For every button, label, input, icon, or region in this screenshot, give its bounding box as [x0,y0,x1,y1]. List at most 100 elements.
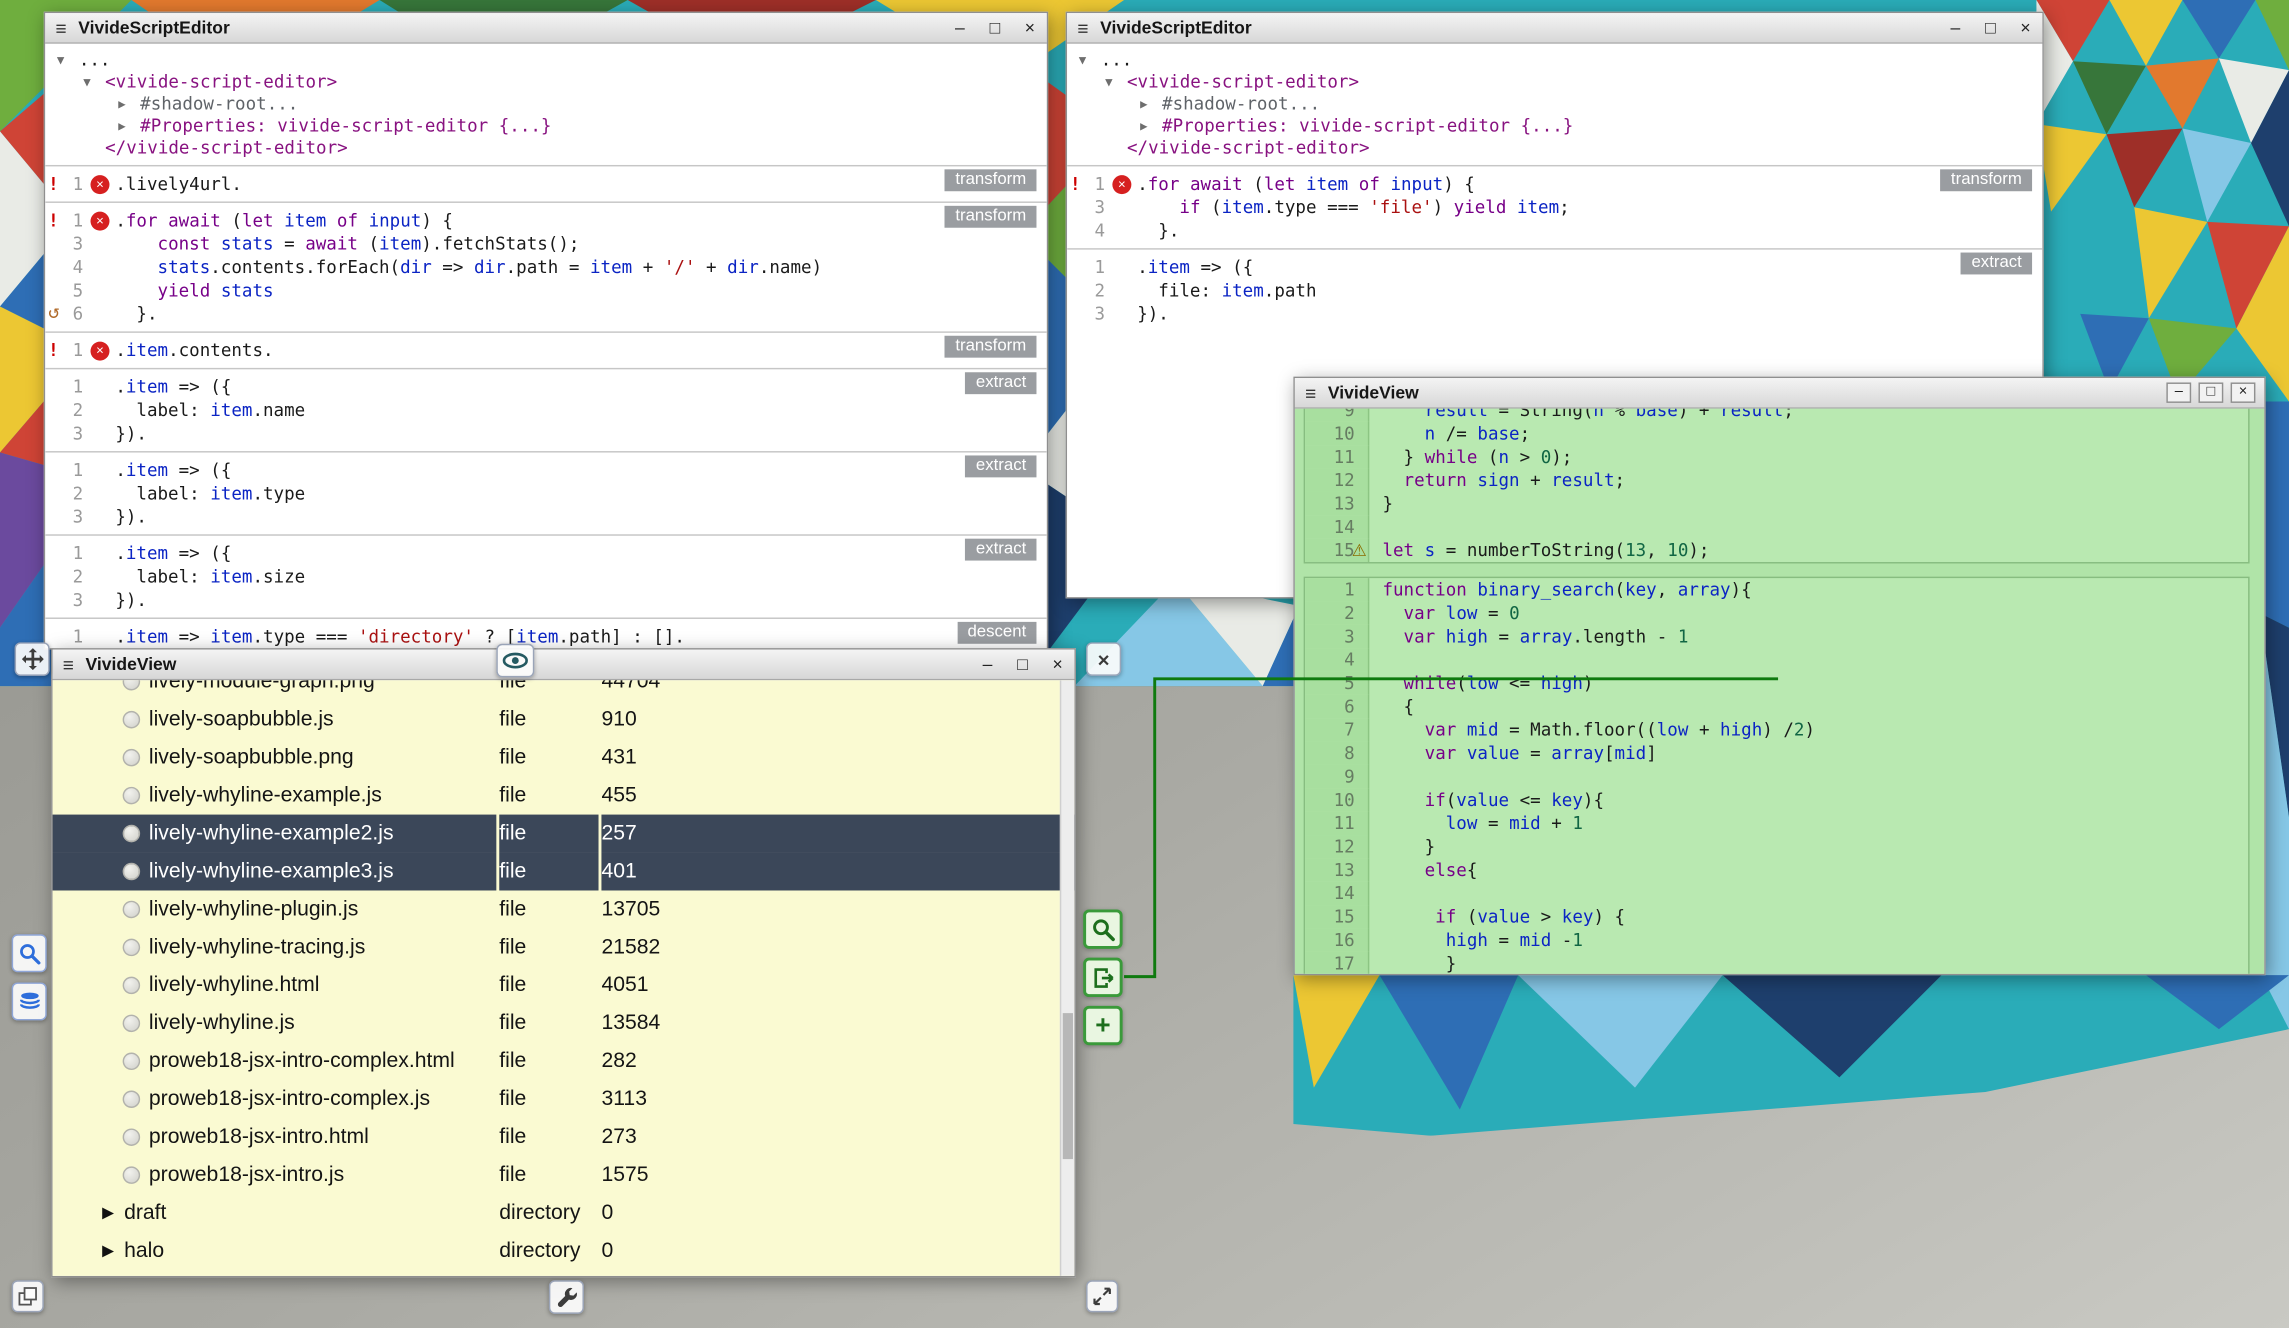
script-step[interactable]: extract1.item => ({2 label: item.type3})… [45,451,1046,534]
copy-halo-button[interactable] [12,1280,44,1312]
script-step[interactable]: transform!1×.lively4url. [45,165,1046,201]
scrollbar[interactable] [1060,680,1075,1276]
file-row[interactable]: lively-soapbubble.pngfile431 [53,739,1075,777]
file-row[interactable]: proweb18-jsx-intro.htmlfile273 [53,1118,1075,1156]
script-step[interactable]: descent1.item => item.type === 'director… [45,618,1046,649]
file-row[interactable]: lively-whyline-tracing.jsfile21582 [53,928,1075,966]
gutter-pad [1067,255,1086,278]
wrench-halo-button[interactable] [549,1280,584,1314]
move-halo-button[interactable] [15,642,50,676]
dom-tree-row[interactable]: ▼<vivide-script-editor> [1067,72,2042,94]
minimize-button[interactable]: – [2166,382,2191,402]
file-row[interactable]: lively-whyline.htmlfile4051 [53,966,1075,1004]
code-token: ; [1783,409,1794,421]
close-button[interactable]: × [2017,19,2033,37]
copy-icon [18,1286,38,1306]
file-row[interactable]: proweb18-jsx-intro.jsfile1575 [53,1156,1075,1194]
file-row[interactable]: proweb18-jsx-intro-complex.htmlfile282 [53,1042,1075,1080]
code-text: } [1369,952,2248,974]
file-row[interactable]: lively-soapbubble.jsfile910 [53,701,1075,739]
code-line: 2 var low = 0 [1305,601,2248,624]
menu-icon[interactable]: ≡ [55,18,66,37]
menu-icon[interactable]: ≡ [1305,383,1316,402]
line-number: 1 [64,339,83,362]
script-step[interactable]: extract1.item => ({2 file: item.path3}). [1067,248,2042,331]
dom-tree-row[interactable]: ▼... [1067,50,2042,72]
tree-expanded-icon[interactable]: ▼ [83,72,105,94]
file-type-cell: file [499,1270,598,1276]
file-row[interactable]: lively-whyline-plugin.jsfile13705 [53,890,1075,928]
dom-tree-row[interactable]: </vivide-script-editor> [1067,137,2042,159]
script-step[interactable]: transform!1×.for await (let item of inpu… [45,201,1046,331]
tree-expanded-icon[interactable]: ▼ [1105,72,1127,94]
resize-halo-button[interactable] [1086,1280,1118,1312]
minimize-button[interactable]: – [952,19,968,37]
tree-collapsed-icon[interactable]: ▶ [1140,116,1162,138]
close-button[interactable]: × [2231,382,2256,402]
file-row[interactable]: index.htmlfile221 [53,1270,1075,1276]
tree-expanded-icon[interactable]: ▼ [1079,50,1101,72]
file-row[interactable]: lively-whyline-example.jsfile455 [53,777,1075,815]
dom-tree-row[interactable]: ▶#shadow-root... [45,93,1046,115]
close-button[interactable]: × [1022,19,1038,37]
maximize-button[interactable]: □ [1015,655,1031,673]
file-name-cell: lively-whyline-example2.js [53,815,497,853]
dom-tree-row[interactable]: ▶#Properties: vivide-script-editor {...} [1067,115,2042,137]
minimize-button[interactable]: – [1947,19,1963,37]
menu-icon[interactable]: ≡ [1077,18,1088,37]
file-row[interactable]: proweb18-jsx-intro-complex.jsfile3113 [53,1080,1075,1118]
error-bang: ! [1067,172,1086,195]
tree-collapsed-icon[interactable]: ▶ [1140,94,1162,116]
titlebar[interactable]: ≡ VivideView – □ × [53,650,1075,681]
file-type-cell: file [499,739,598,777]
titlebar[interactable]: ≡ VivideView – □ × [1295,378,2264,409]
directory-row[interactable]: ▶draftdirectory0 [53,1194,1075,1232]
tree-expanded-icon[interactable]: ▼ [57,50,79,72]
export-view-button[interactable] [1083,958,1122,997]
close-button[interactable]: × [1050,655,1066,673]
code-line: 1.item => ({ [45,542,1046,565]
dom-tree-row[interactable]: ▶#Properties: vivide-script-editor {...} [45,115,1046,137]
script-step[interactable]: transform!1×.item.contents. [45,331,1046,367]
maximize-button[interactable]: □ [1982,19,1998,37]
file-name-cell: ▶halo [53,1232,497,1270]
directory-row[interactable]: ▶halodirectory0 [53,1232,1075,1270]
dom-tree-row[interactable]: ▼... [45,50,1046,72]
tree-collapsed-icon[interactable]: ▶ [118,116,140,138]
gutter-pad [45,542,64,565]
titlebar[interactable]: ≡ VivideScriptEditor – □ × [45,13,1046,44]
gutter: 1 [45,458,115,481]
file-row[interactable]: lively-module-graph.pngfile44704 [53,680,1075,700]
dom-tree-row[interactable]: </vivide-script-editor> [45,137,1046,159]
code-list-item[interactable]: 1function binary_search(key, array){2 va… [1304,577,2250,974]
maximize-button[interactable]: □ [2198,382,2223,402]
file-row[interactable]: lively-whyline.jsfile13584 [53,1004,1075,1042]
file-row[interactable]: lively-whyline-example3.jsfile401 [53,853,1075,891]
search-view-button[interactable] [1083,909,1122,948]
close-halo-button[interactable]: × [1086,642,1121,676]
search-halo-button[interactable] [12,934,47,972]
file-row[interactable]: lively-whyline-example2.jsfile257 [53,815,1075,853]
minimize-button[interactable]: – [980,655,996,673]
menu-icon[interactable]: ≡ [63,655,74,674]
dom-tree-row[interactable]: ▼<vivide-script-editor> [45,72,1046,94]
script-step[interactable]: extract1.item => ({2 label: item.name3})… [45,368,1046,451]
code-token: item [1306,174,1348,194]
eye-halo-button[interactable] [496,644,534,678]
script-step[interactable]: transform!1×.for await (let item of inpu… [1067,165,2042,248]
code-text: .item => ({ [115,458,1046,481]
undo-icon[interactable]: ↺ [45,302,64,325]
add-view-button[interactable]: + [1083,1006,1122,1045]
directory-expand-icon[interactable]: ▶ [102,1232,114,1270]
directory-expand-icon[interactable]: ▶ [102,1194,114,1232]
data-source-halo-button[interactable] [12,982,47,1020]
maximize-button[interactable]: □ [987,19,1003,37]
file-name: lively-module-graph.png [149,680,375,693]
dom-tree-row[interactable]: ▶#shadow-root... [1067,93,2042,115]
tree-collapsed-icon[interactable]: ▶ [118,94,140,116]
titlebar[interactable]: ≡ VivideScriptEditor – □ × [1067,13,2042,44]
script-step[interactable]: extract1.item => ({2 label: item.size3})… [45,534,1046,617]
scrollbar-thumb[interactable] [1063,1013,1073,1159]
code-list-item[interactable]: 9 result = String(n % base) + result;10 … [1304,409,2250,564]
code-text: label: item.size [115,565,1046,588]
